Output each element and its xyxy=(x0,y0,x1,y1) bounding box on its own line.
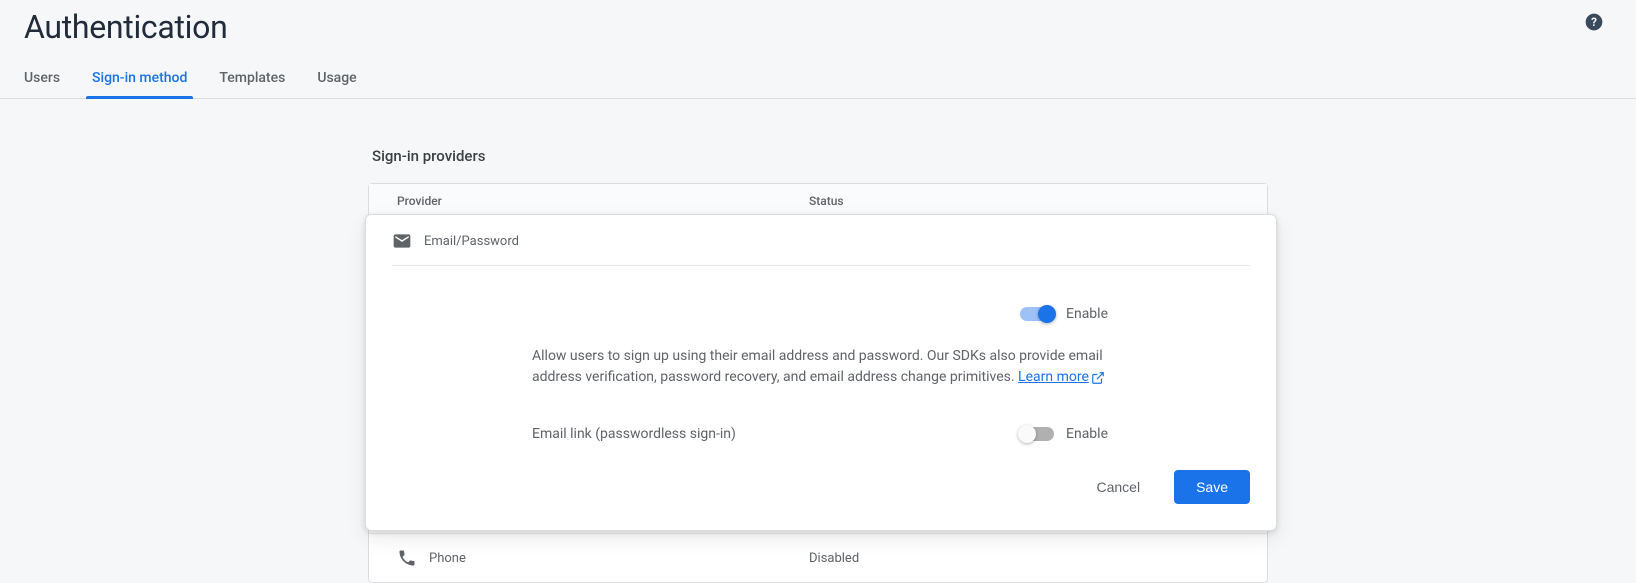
page-header: Authentication ? xyxy=(0,0,1636,46)
passwordless-row: Email link (passwordless sign-in) Enable xyxy=(532,426,1250,442)
enable-toggle[interactable] xyxy=(1020,307,1054,321)
page-title: Authentication xyxy=(24,8,227,46)
phone-provider-status: Disabled xyxy=(809,551,1239,566)
external-link-icon xyxy=(1091,371,1105,385)
enable-toggle-label: Enable xyxy=(1066,306,1108,322)
expanded-header: Email/Password xyxy=(392,231,1250,266)
save-button[interactable]: Save xyxy=(1174,470,1250,504)
tabs-bar: Users Sign-in method Templates Usage xyxy=(0,60,1636,99)
enable-toggle-row: Enable xyxy=(532,306,1250,322)
column-header-provider: Provider xyxy=(397,194,809,208)
passwordless-label: Email link (passwordless sign-in) xyxy=(532,426,736,442)
svg-text:?: ? xyxy=(1591,15,1597,29)
provider-description: Allow users to sign up using their email… xyxy=(532,346,1250,388)
passwordless-toggle-label: Enable xyxy=(1066,426,1108,442)
provider-name: Email/Password xyxy=(424,234,519,249)
phone-provider-name: Phone xyxy=(429,551,466,566)
email-password-expanded-card: Email/Password Enable Allow users to sig… xyxy=(365,214,1277,531)
provider-row-phone[interactable]: Phone Disabled xyxy=(369,533,1267,582)
tab-usage[interactable]: Usage xyxy=(317,60,356,98)
providers-table: Provider Status Email/Password xyxy=(368,183,1268,583)
description-text: Allow users to sign up using their email… xyxy=(532,348,1103,385)
action-buttons: Cancel Save xyxy=(532,470,1250,504)
tab-signin-method[interactable]: Sign-in method xyxy=(92,60,187,98)
email-icon xyxy=(392,231,412,251)
toggle-group-enable: Enable xyxy=(1020,306,1108,322)
tab-templates[interactable]: Templates xyxy=(219,60,285,98)
phone-icon xyxy=(397,548,417,568)
passwordless-toggle[interactable] xyxy=(1020,427,1054,441)
help-icon[interactable]: ? xyxy=(1584,12,1604,36)
signin-providers-section: Sign-in providers Provider Status Email/… xyxy=(368,147,1268,583)
cancel-button[interactable]: Cancel xyxy=(1074,470,1162,504)
tab-users[interactable]: Users xyxy=(24,60,60,98)
learn-more-link[interactable]: Learn more xyxy=(1018,367,1105,388)
column-header-status: Status xyxy=(809,194,1239,208)
section-title: Sign-in providers xyxy=(368,147,1268,165)
content-area: Sign-in providers Provider Status Email/… xyxy=(0,99,1636,583)
expanded-body: Enable Allow users to sign up using thei… xyxy=(392,266,1250,504)
toggle-group-passwordless: Enable xyxy=(1020,426,1108,442)
